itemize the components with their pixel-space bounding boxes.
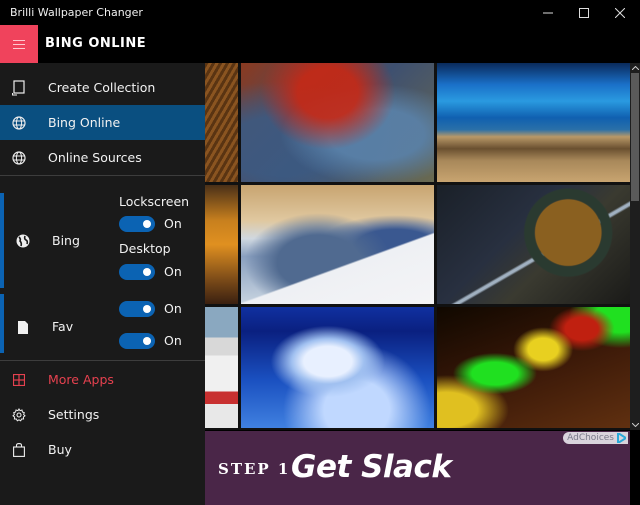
page-title: BING ONLINE bbox=[45, 36, 147, 51]
source-accent-bar bbox=[0, 294, 4, 353]
scroll-up-icon[interactable] bbox=[630, 63, 640, 73]
toggle-state: On bbox=[164, 301, 182, 316]
wallpaper-tile[interactable] bbox=[241, 307, 434, 428]
bing-lockscreen-toggle[interactable] bbox=[119, 216, 155, 232]
maximize-icon bbox=[579, 7, 589, 18]
fav-desktop-toggle[interactable] bbox=[119, 333, 155, 349]
close-icon bbox=[615, 7, 625, 18]
gallery-scrollbar[interactable] bbox=[630, 63, 640, 430]
sidebar-item-label: Create Collection bbox=[48, 80, 156, 95]
toggle-knob bbox=[143, 220, 151, 228]
wallpaper-tile[interactable] bbox=[205, 307, 238, 428]
sidebar-divider bbox=[0, 175, 205, 176]
scrollbar-thumb[interactable] bbox=[631, 73, 639, 201]
adchoices-label: AdChoices bbox=[567, 433, 614, 443]
toggle-state: On bbox=[164, 333, 182, 348]
sidebar-item-more-apps[interactable]: More Apps bbox=[0, 362, 205, 397]
close-button[interactable] bbox=[597, 0, 640, 25]
globe-icon bbox=[11, 150, 27, 166]
globe-icon bbox=[11, 115, 27, 131]
page-icon bbox=[18, 319, 34, 335]
ad-step-text: STEP 1 bbox=[218, 460, 291, 478]
wallpaper-tile[interactable] bbox=[437, 63, 630, 182]
world-icon bbox=[16, 233, 32, 249]
wallpaper-tile[interactable] bbox=[241, 185, 434, 304]
wallpaper-tile[interactable] bbox=[437, 307, 630, 428]
sidebar-item-label: Bing Online bbox=[48, 115, 121, 130]
source-fav: Fav On On bbox=[0, 294, 205, 353]
lockscreen-label: Lockscreen bbox=[119, 194, 190, 209]
adchoices-icon bbox=[617, 433, 626, 443]
wallpaper-gallery bbox=[205, 63, 640, 430]
source-bing: Bing Lockscreen On Desktop On bbox=[0, 193, 205, 288]
sidebar-divider bbox=[0, 360, 205, 361]
ad-banner[interactable]: STEP 1 Get Slack AdChoices bbox=[205, 431, 630, 505]
source-label: Fav bbox=[52, 319, 74, 334]
source-label: Bing bbox=[52, 233, 80, 248]
fav-lockscreen-toggle[interactable] bbox=[119, 301, 155, 317]
sidebar-item-online-sources[interactable]: Online Sources bbox=[0, 140, 205, 175]
ad-margin bbox=[630, 431, 640, 505]
toggle-state: On bbox=[164, 264, 182, 279]
hamburger-icon bbox=[13, 39, 25, 49]
adchoices-badge[interactable]: AdChoices bbox=[563, 432, 628, 444]
ad-headline: Get Slack bbox=[291, 449, 452, 485]
scroll-down-icon[interactable] bbox=[630, 420, 640, 430]
desktop-label: Desktop bbox=[119, 241, 171, 256]
wallpaper-tile[interactable] bbox=[437, 185, 630, 304]
toggle-knob bbox=[143, 305, 151, 313]
wallpaper-tile[interactable] bbox=[241, 63, 434, 182]
gear-icon bbox=[11, 407, 27, 423]
wallpaper-tile[interactable] bbox=[205, 63, 238, 182]
title-bar: Brilli Wallpaper Changer bbox=[0, 0, 640, 25]
minimize-icon bbox=[543, 12, 553, 13]
sidebar-item-label: More Apps bbox=[48, 372, 114, 387]
toggle-state: On bbox=[164, 216, 182, 231]
sidebar-item-create-collection[interactable]: Create Collection bbox=[0, 70, 205, 105]
source-accent-bar bbox=[0, 193, 4, 288]
bing-desktop-toggle[interactable] bbox=[119, 264, 155, 280]
sidebar-item-bing-online[interactable]: Bing Online bbox=[0, 105, 205, 140]
hamburger-button[interactable] bbox=[0, 25, 38, 63]
sidebar-item-label: Settings bbox=[48, 407, 100, 422]
wallpaper-tile[interactable] bbox=[205, 185, 238, 304]
app-header: BING ONLINE bbox=[0, 25, 640, 63]
toggle-knob bbox=[143, 337, 151, 345]
shopping-bag-icon bbox=[11, 442, 27, 458]
window-title: Brilli Wallpaper Changer bbox=[10, 6, 143, 19]
sidebar-item-label: Buy bbox=[48, 442, 72, 457]
sidebar-item-buy[interactable]: Buy bbox=[0, 432, 205, 467]
sidebar: Create Collection Bing Online Online Sou… bbox=[0, 63, 205, 505]
sidebar-item-label: Online Sources bbox=[48, 150, 142, 165]
collection-icon bbox=[11, 80, 27, 96]
toggle-knob bbox=[143, 268, 151, 276]
sidebar-item-settings[interactable]: Settings bbox=[0, 397, 205, 432]
grid-icon bbox=[11, 372, 27, 388]
